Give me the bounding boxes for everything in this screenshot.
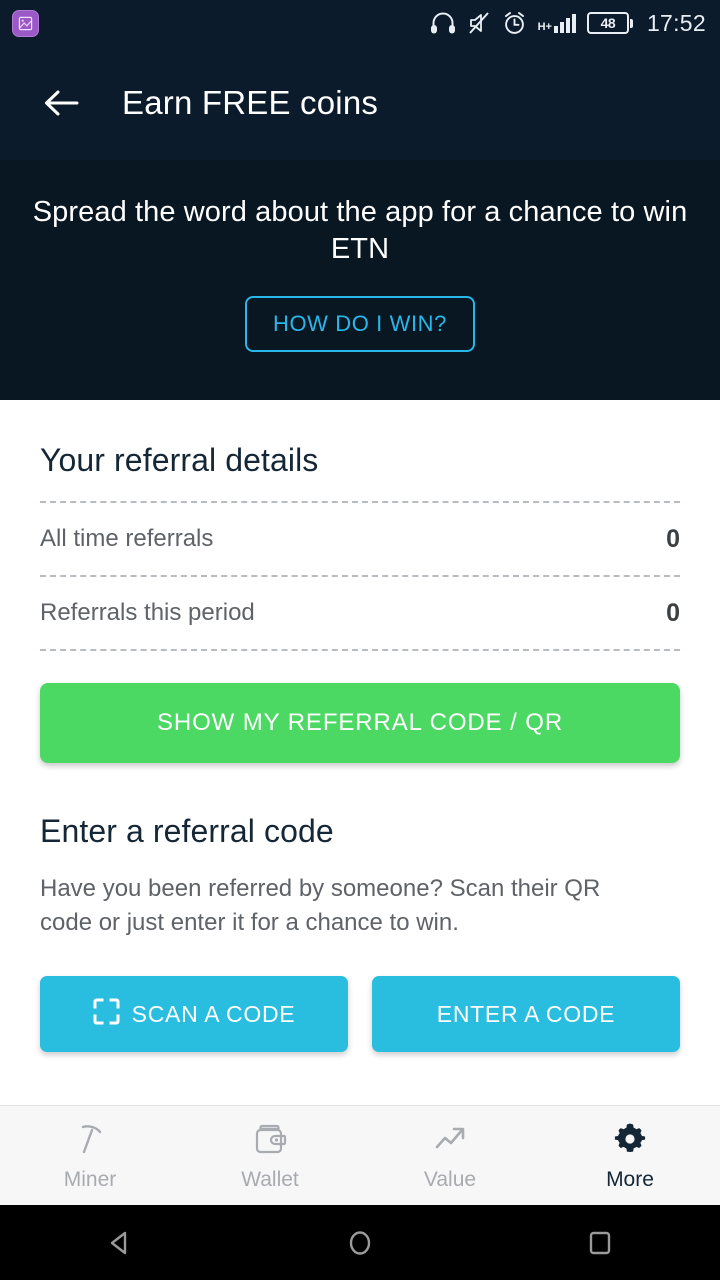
scan-frame-icon	[93, 998, 120, 1031]
headphones-icon	[430, 11, 456, 35]
hero-headline: Spread the word about the app for a chan…	[32, 196, 688, 266]
status-bar-notifications	[12, 9, 430, 37]
app-bar: Earn FREE coins	[0, 46, 720, 160]
gear-icon	[610, 1119, 650, 1164]
alarm-clock-icon	[502, 11, 527, 36]
wallet-icon	[250, 1119, 290, 1164]
network-type-label: H+	[537, 21, 552, 33]
show-referral-code-button[interactable]: SHOW MY REFERRAL CODE / QR	[40, 683, 680, 763]
tab-more-label: More	[606, 1168, 654, 1191]
page-title: Earn FREE coins	[122, 84, 379, 121]
square-recents-icon	[589, 1231, 611, 1254]
enter-code-title: Enter a referral code	[40, 813, 334, 849]
divider	[40, 649, 680, 651]
referral-details-title: Your referral details	[40, 442, 319, 478]
tab-more[interactable]: More	[540, 1106, 720, 1205]
tab-miner-label: Miner	[63, 1168, 117, 1191]
volume-mute-icon	[467, 11, 491, 35]
nav-back-button[interactable]	[75, 1213, 165, 1273]
circle-home-icon	[349, 1230, 371, 1255]
nav-home-button[interactable]	[315, 1213, 405, 1273]
tab-wallet[interactable]: Wallet	[180, 1106, 360, 1205]
enter-code-description: Have you been referred by someone? Scan …	[40, 875, 601, 937]
android-nav-bar	[0, 1205, 720, 1280]
bottom-tab-bar: Miner Wallet Value More	[0, 1105, 720, 1205]
clock-label: 17:52	[646, 9, 706, 36]
main-content: Your referral details All time referrals…	[0, 400, 720, 1053]
stat-value: 0	[666, 598, 680, 627]
table-row: All time referrals 0	[40, 503, 680, 575]
code-action-buttons: SCAN A CODE ENTER A CODE	[40, 976, 680, 1053]
hplus-signal-icon: H+	[538, 13, 576, 33]
trending-up-icon	[430, 1119, 470, 1164]
signal-bars	[553, 13, 576, 33]
hero-banner: Spread the word about the app for a chan…	[0, 160, 720, 400]
battery-icon: 48	[586, 12, 633, 34]
scan-a-code-label: SCAN A CODE	[131, 1000, 296, 1027]
tab-value-label: Value	[423, 1168, 477, 1191]
enter-a-code-button[interactable]: ENTER A CODE	[372, 976, 680, 1053]
stat-label: All time referrals	[40, 525, 214, 552]
how-do-i-win-button[interactable]: HOW DO I WIN?	[244, 296, 475, 353]
status-bar-icons: H+ 48 17:52	[430, 10, 706, 37]
status-bar: H+ 48 17:52	[0, 0, 720, 46]
tab-value[interactable]: Value	[360, 1106, 540, 1205]
tab-wallet-label: Wallet	[241, 1168, 299, 1191]
arrow-left-icon	[45, 90, 79, 116]
tab-miner[interactable]: Miner	[0, 1106, 180, 1205]
enter-a-code-label: ENTER A CODE	[436, 1000, 616, 1027]
battery-level-label: 48	[586, 12, 629, 34]
stat-value: 0	[666, 524, 680, 553]
stat-label: Referrals this period	[40, 599, 255, 626]
screenshot-app-icon	[12, 9, 39, 37]
back-button[interactable]	[40, 81, 84, 125]
scan-a-code-button[interactable]: SCAN A CODE	[40, 976, 348, 1053]
battery-tip	[629, 18, 633, 28]
table-row: Referrals this period 0	[40, 577, 680, 649]
pickaxe-icon	[70, 1119, 110, 1164]
triangle-back-icon	[110, 1231, 127, 1254]
nav-recents-button[interactable]	[555, 1213, 645, 1273]
